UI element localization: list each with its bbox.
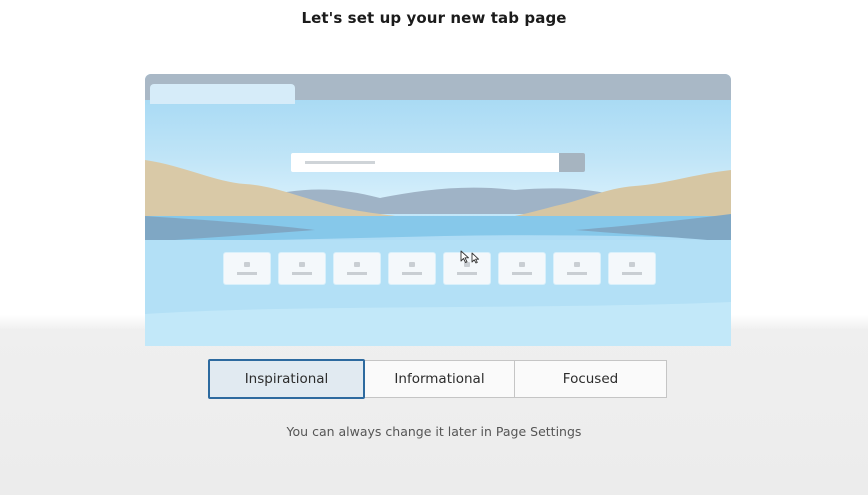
quick-link-tile	[334, 253, 380, 284]
search-text-placeholder	[305, 161, 375, 164]
quick-link-tile	[609, 253, 655, 284]
layout-options: Inspirational Informational Focused	[208, 359, 667, 399]
browser-tab	[150, 84, 295, 104]
quick-link-tile	[279, 253, 325, 284]
quick-link-tile	[389, 253, 435, 284]
search-button-placeholder	[559, 153, 585, 172]
new-tab-preview	[145, 74, 731, 346]
page-title: Let's set up your new tab page	[301, 9, 567, 27]
search-box-placeholder	[291, 153, 559, 172]
landscape-illustration	[145, 160, 731, 346]
mouse-cursor-icon	[460, 250, 480, 264]
option-focused-button[interactable]: Focused	[514, 360, 667, 398]
quick-links-row	[224, 253, 655, 284]
option-informational-button[interactable]: Informational	[364, 360, 515, 398]
option-inspirational-button[interactable]: Inspirational	[208, 359, 365, 399]
quick-link-tile	[499, 253, 545, 284]
quick-link-tile	[554, 253, 600, 284]
quick-link-tile	[224, 253, 270, 284]
page-settings-hint: You can always change it later in Page S…	[286, 424, 582, 439]
